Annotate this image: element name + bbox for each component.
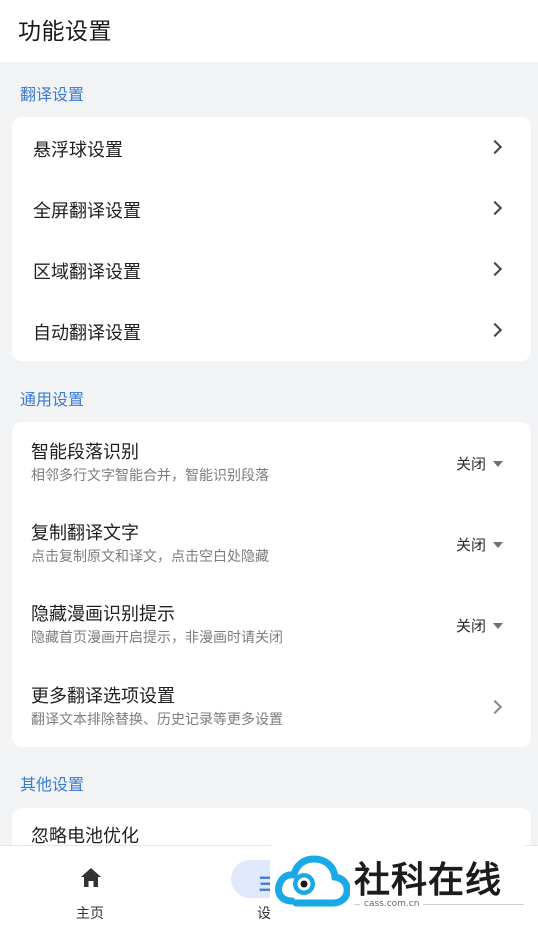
row-label: 全屏翻译设置 <box>33 201 141 222</box>
chevron-right-icon <box>487 699 503 715</box>
watermark-text: 社科在线 <box>354 860 503 901</box>
section-title-translate: 翻译设置 <box>20 85 85 104</box>
nav-item-home[interactable]: 主页 <box>60 846 122 937</box>
row-label: 悬浮球设置 <box>33 140 123 161</box>
dropdown-value: 关闭 <box>455 455 486 473</box>
row-label: 自动翻译设置 <box>33 323 141 344</box>
fullscreen-translate-settings-row[interactable]: 全屏翻译设置 <box>12 178 531 239</box>
more-translate-options-row[interactable]: 更多翻译选项设置 翻译文本排除替换、历史记录等更多设置 <box>12 665 531 747</box>
hide-manga-hint-row: 隐藏漫画识别提示 隐藏首页漫画开启提示，非漫画时请关闭 关闭 <box>12 584 531 665</box>
caret-down-icon <box>493 623 503 629</box>
floating-ball-settings-row[interactable]: 悬浮球设置 <box>12 117 531 178</box>
cloud-logo-icon <box>275 855 350 907</box>
chevron-right-icon <box>487 322 503 338</box>
row-description: 翻译文本排除替换、历史记录等更多设置 <box>31 712 283 728</box>
caret-down-icon <box>493 461 503 467</box>
row-description: 相邻多行文字智能合并，智能识别段落 <box>31 468 269 484</box>
area-translate-settings-row[interactable]: 区域翻译设置 <box>12 239 531 300</box>
caret-down-icon <box>493 542 503 548</box>
nav-label: 设 <box>257 906 271 922</box>
watermark: 社科在线 cass.com.cn <box>270 843 526 918</box>
section-title-general: 通用设置 <box>20 390 85 409</box>
row-description: 点击复制原文和译文，点击空白处隐藏 <box>31 549 269 565</box>
nav-label: 主页 <box>76 906 104 922</box>
row-description: 隐藏首页漫画开启提示，非漫画时请关闭 <box>31 630 283 646</box>
general-settings-card: 智能段落识别 相邻多行文字智能合并，智能识别段落 关闭 复制翻译文字 点击复制原… <box>12 422 531 747</box>
smart-paragraph-row: 智能段落识别 相邻多行文字智能合并，智能识别段落 关闭 <box>12 422 531 503</box>
dropdown-value: 关闭 <box>455 536 486 554</box>
home-icon <box>81 868 101 887</box>
row-label: 智能段落识别 <box>31 442 139 463</box>
row-label: 区域翻译设置 <box>33 262 141 283</box>
dropdown-value: 关闭 <box>455 617 486 635</box>
app-header: 功能设置 <box>0 0 538 62</box>
translate-settings-card: 悬浮球设置 全屏翻译设置 区域翻译设置 自动翻译设置 <box>12 117 531 361</box>
copy-translation-row: 复制翻译文字 点击复制原文和译文，点击空白处隐藏 关闭 <box>12 503 531 584</box>
auto-translate-settings-row[interactable]: 自动翻译设置 <box>12 300 531 361</box>
row-label: 复制翻译文字 <box>31 523 139 544</box>
section-title-other: 其他设置 <box>20 775 85 794</box>
page-title: 功能设置 <box>18 19 112 45</box>
watermark-url: cass.com.cn <box>360 899 424 909</box>
chevron-right-icon <box>487 261 503 277</box>
chevron-right-icon <box>487 200 503 216</box>
row-label: 更多翻译选项设置 <box>31 686 175 707</box>
chevron-right-icon <box>487 139 503 155</box>
row-label: 隐藏漫画识别提示 <box>31 604 175 625</box>
